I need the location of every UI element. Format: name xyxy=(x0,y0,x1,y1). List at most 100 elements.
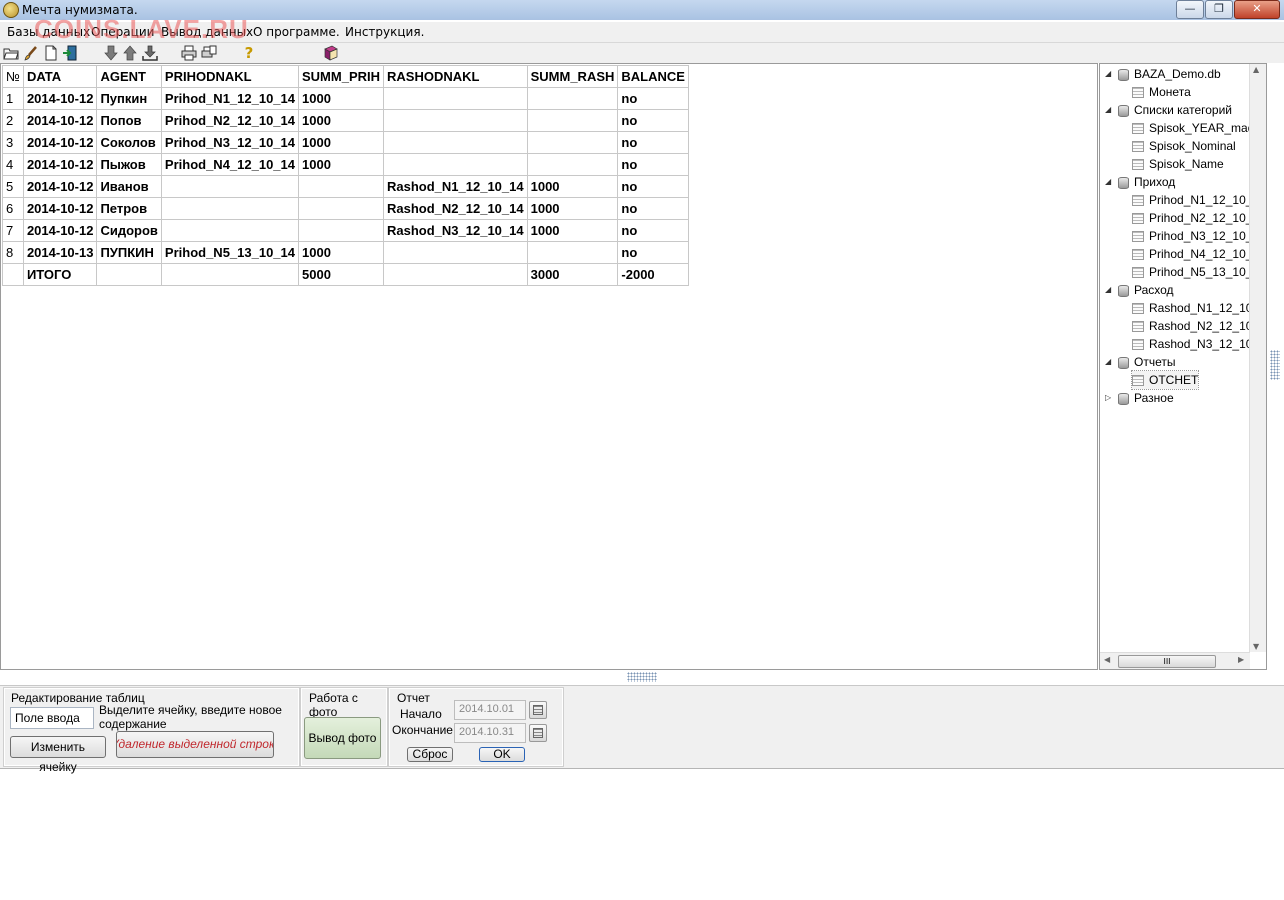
tree-node-table[interactable]: Prihod_N1_12_10_14 xyxy=(1132,191,1266,209)
table-row[interactable]: 4 2014-10-12 Пыжов Prihod_N4_12_10_14 1000 no xyxy=(2,153,689,176)
scroll-right-icon[interactable]: ▶ xyxy=(1238,655,1244,664)
tree-node-table[interactable]: Prihod_N5_13_10_14 xyxy=(1132,263,1266,281)
edit-value-input[interactable]: Поле ввода xyxy=(10,707,94,729)
table-cell-summ-prih[interactable]: 1000 xyxy=(297,131,385,154)
table-cell-summ-rash[interactable] xyxy=(526,153,619,176)
table-cell-balance[interactable]: no xyxy=(617,175,689,198)
table-cell-rashodnakl[interactable]: Rashod_N2_12_10_14 xyxy=(383,197,528,220)
tree-node-table[interactable]: OTCHET xyxy=(1130,370,1200,390)
table-cell-number[interactable]: 8 xyxy=(2,241,24,264)
collapse-arrow-icon[interactable]: ◢ xyxy=(1105,101,1113,119)
collapse-arrow-icon[interactable]: ◢ xyxy=(1105,65,1113,83)
download-icon[interactable] xyxy=(142,45,158,61)
collapse-arrow-icon[interactable]: ◢ xyxy=(1105,173,1113,191)
menu-about[interactable]: О программе. xyxy=(253,25,340,39)
table-cell-summ-prih[interactable]: 1000 xyxy=(297,241,385,264)
table-cell-summ-rash[interactable]: 3000 xyxy=(526,263,619,286)
table-cell-data[interactable]: 2014-10-12 xyxy=(22,109,98,132)
tree-vertical-scrollbar[interactable]: ▲ ▼ xyxy=(1249,64,1266,652)
table-cell-number[interactable]: 3 xyxy=(2,131,24,154)
table-cell-prihodnakl[interactable] xyxy=(160,263,300,286)
table-cell-agent[interactable] xyxy=(96,263,162,286)
column-header-data[interactable]: DATA xyxy=(22,65,98,88)
table-cell-summ-prih[interactable] xyxy=(297,197,385,220)
scroll-up-icon[interactable]: ▲ xyxy=(1253,65,1259,74)
print-icon[interactable] xyxy=(181,45,197,61)
column-header-balance[interactable]: BALANCE xyxy=(617,65,689,88)
table-cell-number[interactable]: 4 xyxy=(2,153,24,176)
table-cell-summ-rash[interactable] xyxy=(526,87,619,110)
delete-row-button[interactable]: Удаление выделенной строки xyxy=(116,731,274,758)
new-file-icon[interactable] xyxy=(43,45,59,61)
table-cell-summ-prih[interactable]: 1000 xyxy=(297,109,385,132)
table-cell-prihodnakl[interactable]: Prihod_N1_12_10_14 xyxy=(160,87,300,110)
table-cell-agent[interactable]: Попов xyxy=(96,109,162,132)
table-cell-agent[interactable]: Петров xyxy=(96,197,162,220)
table-row[interactable]: 3 2014-10-12 Соколов Prihod_N3_12_10_14 1000… xyxy=(2,131,689,154)
table-cell-data[interactable]: 2014-10-12 xyxy=(22,219,98,242)
tree-node-table[interactable]: Prihod_N2_12_10_14 xyxy=(1132,209,1266,227)
table-cell-rashodnakl[interactable] xyxy=(383,153,528,176)
table-cell-rashodnakl[interactable]: Rashod_N3_12_10_14 xyxy=(383,219,528,242)
tree-node-table[interactable]: Spisok_Nominal xyxy=(1132,137,1236,155)
table-cell-data[interactable]: 2014-10-13 xyxy=(22,241,98,264)
print-setup-icon[interactable] xyxy=(201,45,217,61)
tree-node-group[interactable]: ◢ Списки категорий xyxy=(1105,101,1232,119)
show-photo-button[interactable]: Вывод фото xyxy=(304,717,381,759)
table-cell-rashodnakl[interactable]: Rashod_N1_12_10_14 xyxy=(383,175,528,198)
book-icon[interactable] xyxy=(323,45,339,61)
minimize-button[interactable]: — xyxy=(1176,0,1204,19)
table-cell-balance[interactable]: no xyxy=(617,241,689,264)
table-row[interactable]: 2 2014-10-12 Попов Prihod_N2_12_10_14 1000 no xyxy=(2,109,689,132)
change-cell-button[interactable]: Изменить ячейку xyxy=(10,736,106,774)
arrow-down-icon[interactable] xyxy=(103,45,119,61)
table-cell-balance[interactable]: no xyxy=(617,219,689,242)
table-cell-balance[interactable]: no xyxy=(617,109,689,132)
brush-icon[interactable] xyxy=(23,45,39,61)
table-cell-agent[interactable]: Иванов xyxy=(96,175,162,198)
table-cell-prihodnakl[interactable]: Prihod_N5_13_10_14 xyxy=(160,241,300,264)
end-date-input[interactable]: 2014.10.31 xyxy=(454,723,526,743)
table-cell-prihodnakl[interactable]: Prihod_N4_12_10_14 xyxy=(160,153,300,176)
end-calendar-icon[interactable] xyxy=(529,724,547,742)
tree-horizontal-scrollbar[interactable]: ◀ III ▶ xyxy=(1100,652,1250,669)
scroll-left-icon[interactable]: ◀ xyxy=(1104,655,1110,664)
exit-icon[interactable] xyxy=(62,45,78,61)
table-cell-rashodnakl[interactable] xyxy=(383,109,528,132)
table-cell-agent[interactable]: Пыжов xyxy=(96,153,162,176)
tree-node-table[interactable]: Монета xyxy=(1132,83,1191,101)
tree-node-group[interactable]: ◢ Приход xyxy=(1105,173,1175,191)
table-cell-agent[interactable]: Соколов xyxy=(96,131,162,154)
table-cell-number[interactable] xyxy=(2,263,24,286)
column-header-summ-rash[interactable]: SUMM_RASH xyxy=(526,65,619,88)
table-cell-summ-prih[interactable] xyxy=(297,175,385,198)
tree-node-group[interactable]: ◢ Отчеты xyxy=(1105,353,1175,371)
ok-button[interactable]: OK xyxy=(479,747,525,762)
table-cell-number[interactable]: 2 xyxy=(2,109,24,132)
table-cell-rashodnakl[interactable] xyxy=(383,131,528,154)
table-cell-data[interactable]: 2014-10-12 xyxy=(22,131,98,154)
collapse-arrow-icon[interactable]: ◢ xyxy=(1105,281,1113,299)
table-cell-summ-rash[interactable]: 1000 xyxy=(526,197,619,220)
table-row[interactable]: ИТОГО 5000 3000 -2000 xyxy=(2,263,689,286)
table-row[interactable]: 8 2014-10-13 ПУПКИН Prihod_N5_13_10_14 1000 n… xyxy=(2,241,689,264)
tree-node-table[interactable]: Spisok_Name xyxy=(1132,155,1224,173)
table-cell-prihodnakl[interactable] xyxy=(160,175,300,198)
table-row[interactable]: 5 2014-10-12 Иванов Rashod_N1_12_10_14 1000 n… xyxy=(2,175,689,198)
table-cell-summ-rash[interactable]: 1000 xyxy=(526,175,619,198)
open-folder-icon[interactable] xyxy=(3,45,19,61)
table-row[interactable]: 6 2014-10-12 Петров Rashod_N2_12_10_14 1000 n… xyxy=(2,197,689,220)
help-icon[interactable]: ? xyxy=(241,44,257,62)
table-cell-number[interactable]: 5 xyxy=(2,175,24,198)
table-cell-balance[interactable]: no xyxy=(617,197,689,220)
start-calendar-icon[interactable] xyxy=(529,701,547,719)
column-header-rashodnakl[interactable]: RASHODNAKL xyxy=(383,65,528,88)
collapse-arrow-icon[interactable]: ◢ xyxy=(1105,353,1113,371)
reset-button[interactable]: Сброс xyxy=(407,747,453,762)
vertical-splitter-handle[interactable] xyxy=(1270,350,1280,380)
table-cell-agent[interactable]: Пупкин xyxy=(96,87,162,110)
table-cell-agent[interactable]: Сидоров xyxy=(96,219,162,242)
table-cell-data[interactable]: ИТОГО xyxy=(22,263,98,286)
tree-node-table[interactable]: Rashod_N2_12_10_14 xyxy=(1132,317,1266,335)
table-cell-summ-prih[interactable]: 1000 xyxy=(297,153,385,176)
